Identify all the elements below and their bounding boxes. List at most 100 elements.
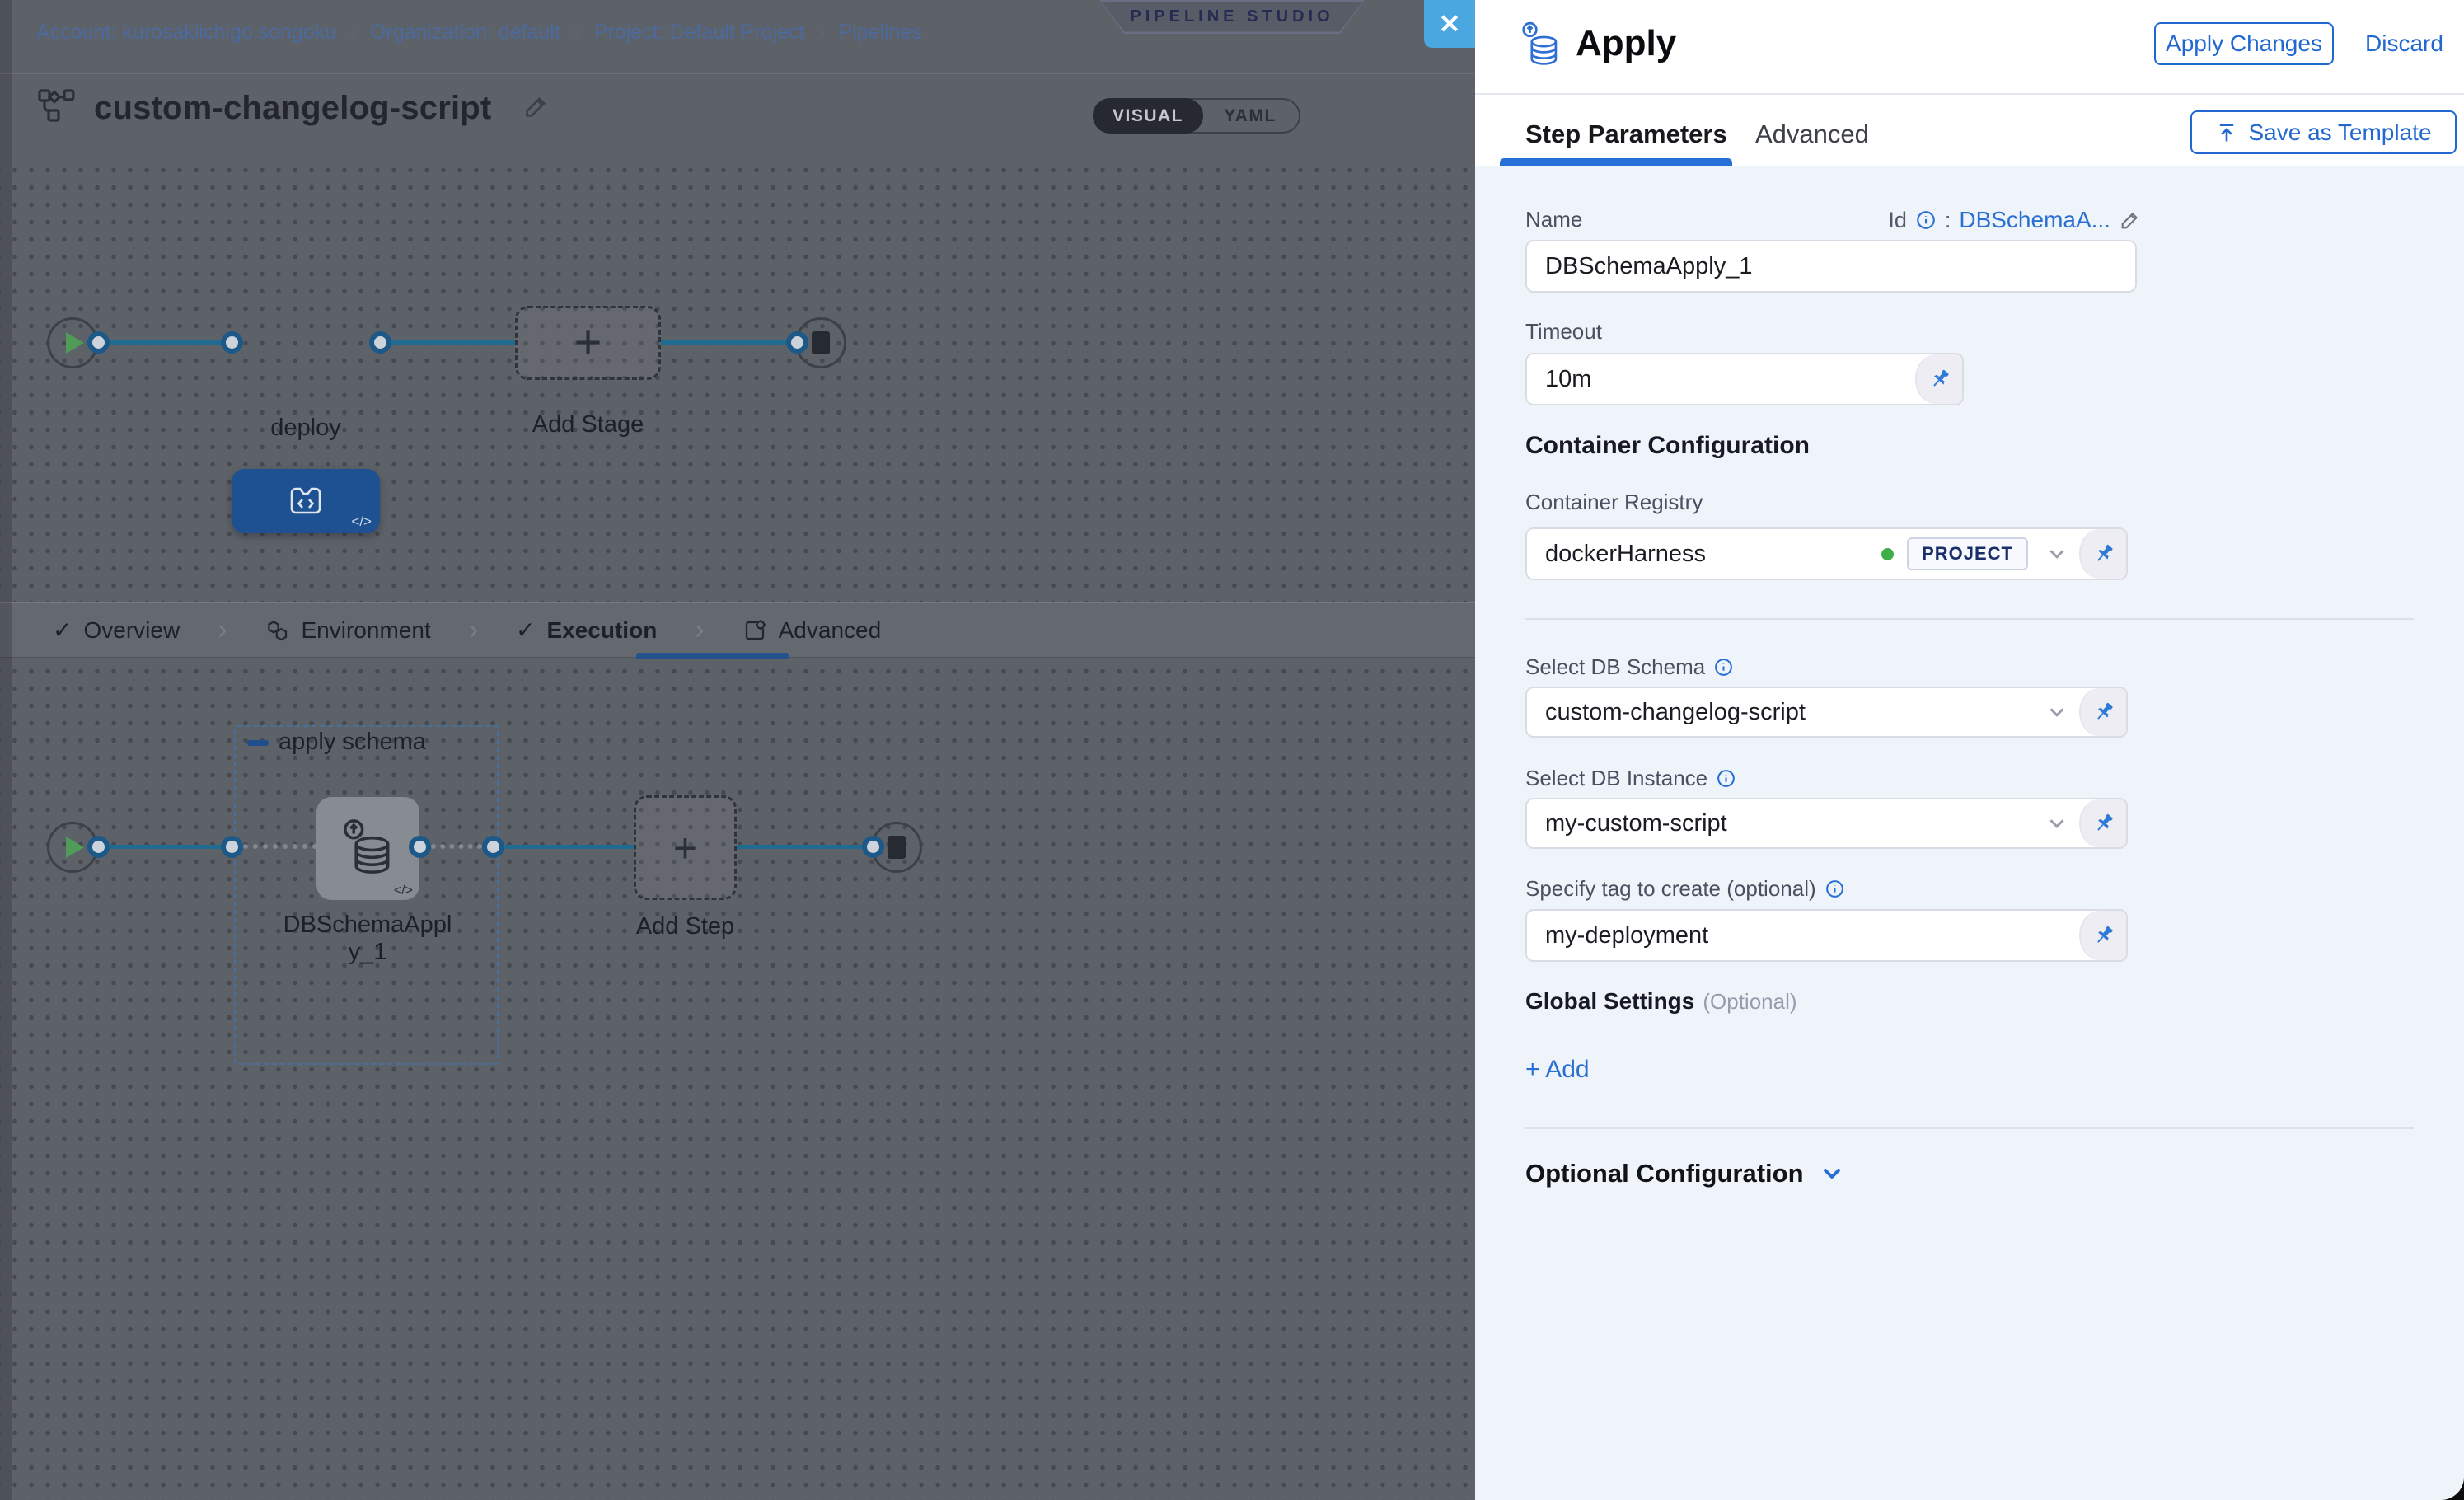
id-value[interactable]: DBSchemaA...	[1959, 207, 2110, 233]
pin-icon	[2092, 700, 2116, 724]
step-config-panel: Apply Apply Changes Discard Step Paramet…	[1475, 0, 2464, 1500]
db-apply-step-icon	[338, 817, 399, 881]
connector-port	[862, 836, 884, 858]
active-tab-underline	[1500, 158, 1732, 166]
pipeline-icon	[38, 89, 76, 128]
breadcrumb: Account: kurosakiichigo.songoku › Organi…	[36, 20, 922, 45]
name-label: Name	[1525, 207, 1582, 232]
stop-icon	[812, 331, 830, 354]
select-db-instance-label: Select DB Instance	[1525, 766, 1736, 791]
pin-icon	[2092, 811, 2116, 836]
chevron-down-icon[interactable]	[2045, 700, 2069, 724]
timeout-input[interactable]: 10m	[1525, 353, 1964, 405]
stop-icon	[888, 836, 906, 859]
pin-icon	[1928, 367, 1952, 391]
panel-header: Apply Apply Changes Discard	[1475, 0, 2464, 95]
select-db-instance-dropdown[interactable]: my-custom-script	[1525, 798, 2128, 849]
tab-overview[interactable]: ✓ Overview	[53, 616, 180, 644]
add-step-label: Add Step	[634, 913, 737, 940]
execution-canvas: apply schema </> +	[0, 658, 1475, 1500]
upload-icon	[2215, 121, 2238, 144]
connector-port	[369, 331, 391, 354]
add-stage-label: Add Stage	[515, 411, 661, 438]
timeout-label: Timeout	[1525, 319, 1602, 345]
connector-line	[99, 340, 235, 345]
container-configuration-heading: Container Configuration	[1525, 432, 1810, 460]
collapse-group-icon[interactable]	[247, 740, 269, 746]
db-apply-icon	[1518, 20, 1564, 75]
connector-port	[221, 331, 243, 354]
add-global-setting-link[interactable]: + Add	[1525, 1056, 1590, 1084]
edit-pipeline-icon[interactable]	[522, 92, 550, 124]
step-label: DBSchemaAppl y_1	[265, 912, 471, 966]
advanced-icon	[742, 618, 767, 643]
chevron-down-icon[interactable]	[2045, 541, 2069, 566]
schema-pin-button[interactable]	[2079, 688, 2126, 736]
step-code-mark: </>	[394, 884, 413, 898]
apply-changes-button[interactable]: Apply Changes	[2154, 22, 2334, 65]
connector-status-dot	[1881, 548, 1894, 560]
stage-node-deploy[interactable]: </>	[232, 469, 380, 533]
step-node-dbschemaapply[interactable]: </>	[316, 797, 419, 900]
breadcrumb-separator: ›	[349, 20, 357, 45]
chevron-down-icon	[1819, 1160, 1845, 1187]
toggle-yaml[interactable]: YAML	[1202, 106, 1299, 126]
info-icon[interactable]	[1915, 209, 1937, 231]
tab-separator-icon: ›	[218, 614, 227, 646]
tab-separator-icon: ›	[695, 614, 704, 646]
info-icon[interactable]	[1716, 768, 1736, 789]
pipeline-studio-canvas: Account: kurosakiichigo.songoku › Organi…	[0, 0, 1475, 1500]
custom-stage-icon	[286, 481, 326, 521]
connector-port	[87, 836, 110, 858]
instance-pin-button[interactable]	[2079, 799, 2126, 847]
save-as-template-button[interactable]: Save as Template	[2190, 110, 2457, 154]
id-label: Id	[1888, 208, 1907, 233]
id-colon: :	[1945, 208, 1951, 233]
check-icon: ✓	[516, 616, 535, 644]
select-db-schema-label: Select DB Schema	[1525, 654, 1734, 680]
container-registry-label: Container Registry	[1525, 490, 1703, 515]
panel-title: Apply	[1576, 23, 1676, 64]
chevron-down-icon[interactable]	[2045, 811, 2069, 836]
toggle-visual[interactable]: VISUAL	[1093, 98, 1203, 134]
pin-icon	[2092, 923, 2116, 948]
plus-icon: +	[574, 319, 602, 367]
pin-icon	[2092, 541, 2116, 566]
plus-icon: +	[673, 827, 697, 869]
tab-execution[interactable]: ✓ Execution	[516, 616, 657, 644]
info-icon[interactable]	[1713, 657, 1734, 677]
select-db-schema-dropdown[interactable]: custom-changelog-script	[1525, 687, 2128, 738]
visual-yaml-toggle: VISUAL YAML	[1093, 98, 1300, 134]
dotted-connector	[431, 844, 482, 849]
tab-step-parameters[interactable]: Step Parameters	[1525, 120, 1727, 149]
tab-separator-icon: ›	[469, 614, 478, 646]
timeout-pin-button[interactable]	[1915, 354, 1962, 404]
scope-badge: PROJECT	[1907, 537, 2028, 570]
tab-step-advanced[interactable]: Advanced	[1755, 120, 1869, 149]
tag-pin-button[interactable]	[2079, 911, 2126, 960]
container-registry-field[interactable]: dockerHarness PROJECT	[1525, 527, 2128, 580]
breadcrumb-project[interactable]: Project: Default Project	[594, 21, 805, 45]
breadcrumb-pipelines[interactable]: Pipelines	[838, 21, 921, 45]
tab-advanced[interactable]: Advanced	[742, 617, 882, 644]
close-icon: ✕	[1439, 8, 1461, 40]
pipeline-studio-badge: PIPELINE STUDIO	[1099, 0, 1365, 34]
info-icon[interactable]	[1825, 879, 1845, 899]
specify-tag-label: Specify tag to create (optional)	[1525, 876, 1845, 902]
dotted-connector	[243, 844, 317, 849]
breadcrumb-account[interactable]: Account: kurosakiichigo.songoku	[36, 21, 336, 45]
close-panel-button[interactable]: ✕	[1424, 0, 1475, 48]
global-settings-label: Global Settings (Optional)	[1525, 988, 1797, 1015]
name-input[interactable]: DBSchemaApply_1	[1525, 240, 2137, 293]
tag-input[interactable]: my-deployment	[1525, 909, 2128, 962]
add-step-button[interactable]: +	[634, 795, 737, 900]
edit-id-icon[interactable]	[2119, 209, 2142, 232]
discard-button[interactable]: Discard	[2365, 27, 2443, 60]
optional-configuration-toggle[interactable]: Optional Configuration	[1525, 1159, 1845, 1188]
tab-environment[interactable]: Environment	[265, 617, 431, 644]
breadcrumb-organization[interactable]: Organization: default	[370, 21, 560, 45]
registry-pin-button[interactable]	[2079, 529, 2126, 579]
add-stage-button[interactable]: +	[515, 306, 661, 380]
optional-hint: (Optional)	[1703, 989, 1796, 1015]
panel-tabs: Step Parameters Advanced Save as Templat…	[1475, 96, 2464, 166]
